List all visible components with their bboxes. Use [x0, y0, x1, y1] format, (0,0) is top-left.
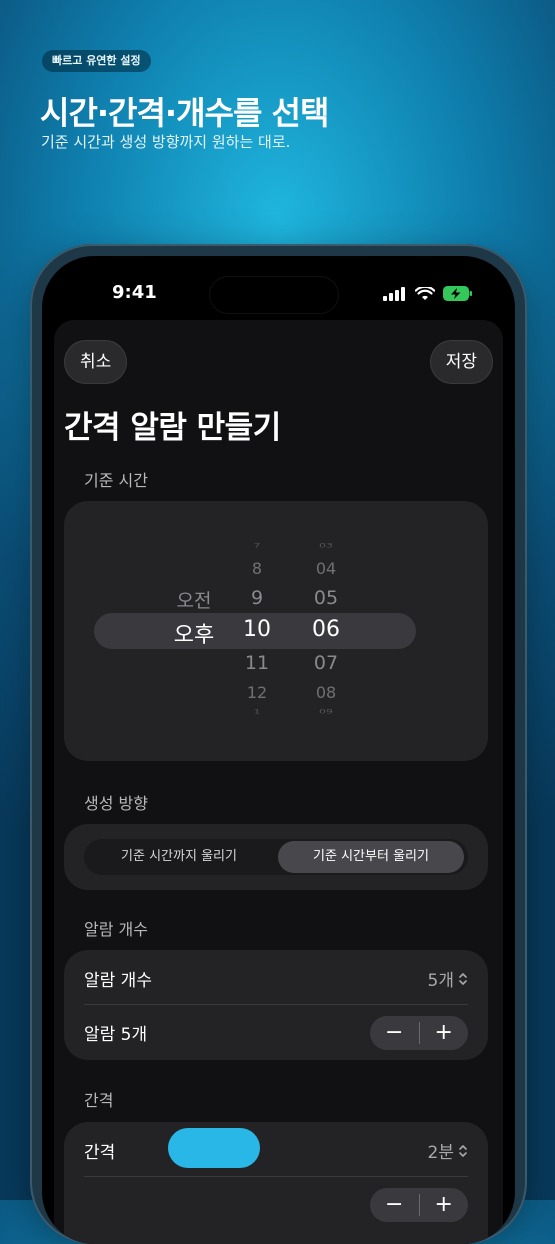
direction-label: 생성 방향 — [84, 794, 148, 813]
picker-minute[interactable]: 04 — [301, 559, 351, 578]
interval-picker[interactable]: 2분 — [428, 1138, 468, 1163]
interval-label: 간격 — [84, 1091, 114, 1110]
interval-stepper: − + — [370, 1188, 468, 1222]
direction-option-until[interactable]: 기준 시간까지 울리기 — [86, 841, 272, 873]
hero-badge: 빠르고 유연한 설정 — [42, 50, 151, 72]
picker-minute[interactable]: 05 — [301, 587, 351, 609]
picker-hour[interactable]: 9 — [232, 587, 282, 609]
sheet-title: 간격 알람 만들기 — [64, 410, 281, 446]
direction-option-from[interactable]: 기준 시간부터 울리기 — [278, 841, 464, 873]
decrement-button[interactable]: − — [370, 1016, 419, 1050]
direction-card: 기준 시간까지 울리기 기준 시간부터 울리기 — [64, 824, 488, 890]
interval-card: 간격 2분 − + — [64, 1122, 488, 1244]
row-divider — [84, 1004, 468, 1005]
alarm-count-stepper: − + — [370, 1016, 468, 1050]
hero-subtitle: 기준 시간과 생성 방향까지 원하는 대로. — [41, 133, 291, 151]
interval-row-label: 간격 — [84, 1143, 116, 1163]
cancel-button[interactable]: 취소 — [64, 340, 128, 384]
floating-action-button[interactable] — [168, 1128, 260, 1168]
increment-button[interactable]: + — [420, 1016, 469, 1050]
time-picker-card: 오전 오후 7 8 9 10 11 12 1 03 04 05 06 07 08… — [64, 501, 488, 761]
alarm-count-picker[interactable]: 5개 — [428, 966, 468, 991]
status-icons — [383, 286, 473, 301]
alarm-count-row-label: 알람 개수 — [84, 971, 152, 991]
picker-hour[interactable]: 7 — [232, 542, 282, 549]
interval-value: 2분 — [427, 1143, 454, 1163]
picker-minute-selected[interactable]: 06 — [301, 617, 351, 642]
row-divider — [84, 1176, 468, 1177]
create-alarm-sheet: 취소 저장 간격 알람 만들기 기준 시간 오전 오후 7 8 9 10 11 … — [54, 320, 503, 1244]
alarm-count-stepper-label: 알람 5개 — [84, 1025, 148, 1045]
picker-minute[interactable]: 03 — [301, 542, 351, 549]
dynamic-island — [210, 277, 338, 313]
chevron-updown-icon — [459, 972, 467, 985]
save-button[interactable]: 저장 — [429, 340, 493, 384]
picker-ampm-selected[interactable]: 오후 — [169, 617, 219, 649]
signal-icon — [383, 286, 405, 301]
picker-hour-selected[interactable]: 10 — [232, 617, 282, 642]
decrement-button[interactable]: − — [370, 1188, 419, 1222]
picker-hour[interactable]: 11 — [232, 652, 282, 674]
alarm-count-label: 알람 개수 — [84, 920, 148, 939]
direction-segmented-control: 기준 시간까지 울리기 기준 시간부터 울리기 — [84, 839, 468, 875]
battery-charging-icon — [443, 286, 472, 301]
hero-title: 시간·간격·개수를 선택 — [40, 94, 329, 132]
picker-minute[interactable]: 09 — [301, 708, 351, 715]
picker-hour[interactable]: 1 — [232, 708, 282, 715]
picker-hour[interactable]: 8 — [232, 559, 282, 578]
picker-minute[interactable]: 07 — [301, 652, 351, 674]
chevron-updown-icon — [459, 1144, 467, 1157]
phone-frame: 9:41 취소 저장 간격 알람 만들기 기준 시간 오전 오후 7 8 9 1… — [30, 244, 527, 1244]
picker-hour[interactable]: 12 — [232, 683, 282, 702]
phone-screen: 9:41 취소 저장 간격 알람 만들기 기준 시간 오전 오후 7 8 9 1… — [42, 256, 515, 1244]
increment-button[interactable]: + — [420, 1188, 469, 1222]
base-time-label: 기준 시간 — [84, 471, 148, 490]
alarm-count-value: 5개 — [427, 971, 454, 991]
wifi-icon — [415, 286, 435, 300]
picker-minute[interactable]: 08 — [301, 683, 351, 702]
alarm-count-card: 알람 개수 5개 알람 5개 − + — [64, 950, 488, 1060]
status-time: 9:41 — [112, 282, 157, 303]
picker-ampm-option[interactable]: 오전 — [169, 586, 219, 613]
